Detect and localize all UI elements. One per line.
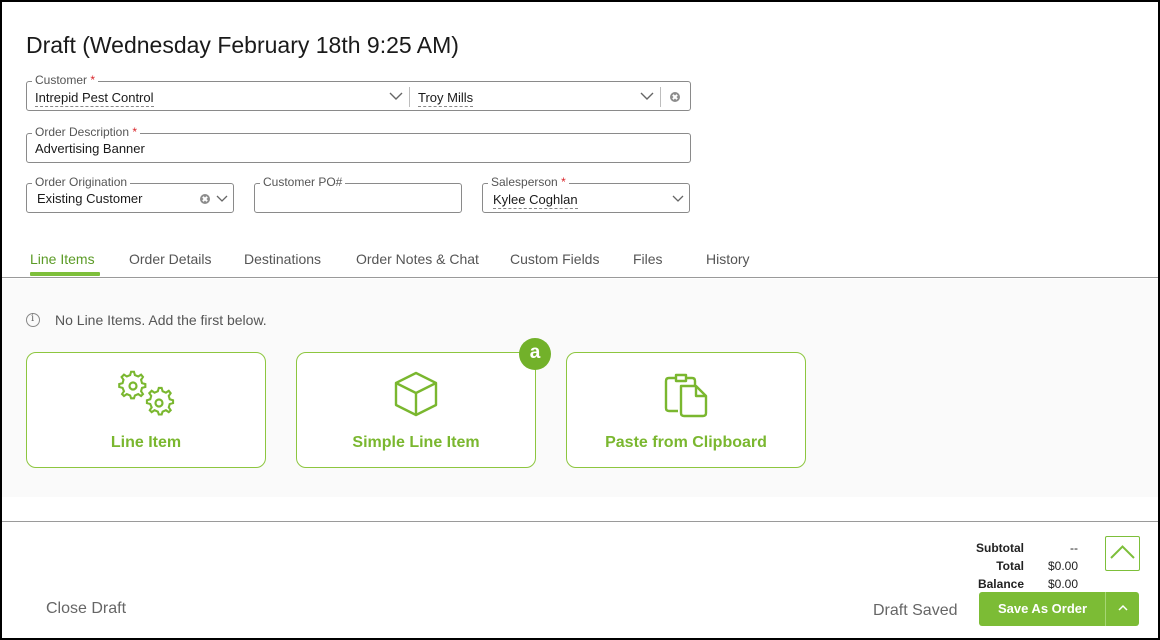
tab-custom-fields[interactable]: Custom Fields bbox=[510, 251, 599, 267]
salesperson-label: Salesperson * bbox=[488, 175, 569, 189]
customer-select[interactable]: Intrepid Pest Control bbox=[27, 82, 409, 110]
order-origination-select[interactable]: Order Origination Existing Customer bbox=[26, 175, 234, 213]
chevron-down-icon bbox=[216, 195, 228, 202]
add-line-item-card[interactable]: Line Item bbox=[26, 352, 266, 468]
button-divider bbox=[1105, 592, 1106, 626]
paste-from-clipboard-card[interactable]: Paste from Clipboard bbox=[566, 352, 806, 468]
subtotal-value: -- bbox=[1070, 541, 1078, 555]
tab-destinations[interactable]: Destinations bbox=[244, 251, 321, 267]
order-origination-label: Order Origination bbox=[32, 175, 131, 189]
totals-labels: Subtotal Total Balance bbox=[976, 539, 1024, 593]
chevron-down-icon bbox=[640, 92, 654, 100]
chevron-down-icon bbox=[672, 195, 684, 202]
order-description-label: Order Description * bbox=[32, 125, 141, 139]
save-as-order-label: Save As Order bbox=[997, 601, 1088, 616]
salesperson-value: Kylee Coghlan bbox=[493, 192, 578, 209]
balance-value: $0.00 bbox=[1047, 577, 1078, 591]
draft-order-window: Draft (Wednesday February 18th 9:25 AM) … bbox=[2, 2, 1158, 638]
close-draft-button[interactable]: Close Draft bbox=[46, 600, 126, 618]
empty-state-text: No Line Items. Add the first below. bbox=[55, 312, 267, 328]
tab-line-items[interactable]: Line Items bbox=[30, 251, 95, 267]
cube-icon bbox=[394, 371, 438, 417]
active-tab-indicator bbox=[30, 272, 100, 276]
chevron-down-icon bbox=[389, 92, 403, 100]
clipboard-icon bbox=[664, 373, 708, 418]
salesperson-select[interactable]: Salesperson * Kylee Coghlan bbox=[482, 175, 690, 213]
gears-icon bbox=[118, 370, 175, 416]
save-as-order-button[interactable]: Save As Order bbox=[979, 592, 1139, 626]
total-value: $0.00 bbox=[1047, 559, 1078, 573]
order-description-value: Advertising Banner bbox=[35, 141, 145, 156]
footer-divider bbox=[2, 521, 1158, 522]
card-label: Simple Line Item bbox=[352, 434, 480, 451]
tab-history[interactable]: History bbox=[706, 251, 750, 267]
card-label: Paste from Clipboard bbox=[605, 434, 767, 451]
tab-files[interactable]: Files bbox=[633, 251, 663, 267]
page-title: Draft (Wednesday February 18th 9:25 AM) bbox=[26, 32, 459, 58]
contact-value: Troy Mills bbox=[418, 90, 474, 107]
chevron-up-icon bbox=[1110, 545, 1135, 559]
tab-bar: Line Items Order Details Destinations Or… bbox=[2, 250, 1158, 278]
field-divider bbox=[660, 87, 661, 107]
customer-value: Intrepid Pest Control bbox=[35, 90, 154, 107]
add-simple-line-item-card[interactable]: Simple Line Item bbox=[296, 352, 536, 468]
contact-select[interactable]: Troy Mills bbox=[410, 82, 660, 110]
clear-icon[interactable] bbox=[200, 194, 210, 204]
scroll-to-top-button[interactable] bbox=[1105, 536, 1140, 571]
clear-icon[interactable] bbox=[670, 92, 680, 102]
card-label: Line Item bbox=[110, 434, 182, 451]
order-description-field[interactable]: Order Description * Advertising Banner bbox=[26, 125, 691, 163]
total-label: Total bbox=[996, 559, 1024, 573]
balance-label: Balance bbox=[977, 577, 1024, 591]
info-icon bbox=[26, 313, 40, 327]
customer-field: Customer * Intrepid Pest Control Troy Mi… bbox=[26, 73, 691, 111]
customer-po-label: Customer PO# bbox=[260, 175, 346, 189]
tab-order-details[interactable]: Order Details bbox=[129, 251, 211, 267]
chevron-up-icon[interactable] bbox=[1117, 603, 1129, 613]
shortcut-badge: a bbox=[519, 338, 551, 370]
draft-status: Draft Saved bbox=[873, 602, 958, 619]
subtotal-label: Subtotal bbox=[976, 541, 1024, 555]
order-origination-value: Existing Customer bbox=[37, 191, 143, 206]
totals-values: -- $0.00 $0.00 bbox=[1044, 539, 1078, 593]
tab-order-notes-chat[interactable]: Order Notes & Chat bbox=[356, 251, 479, 267]
customer-po-field[interactable]: Customer PO# bbox=[254, 175, 462, 213]
